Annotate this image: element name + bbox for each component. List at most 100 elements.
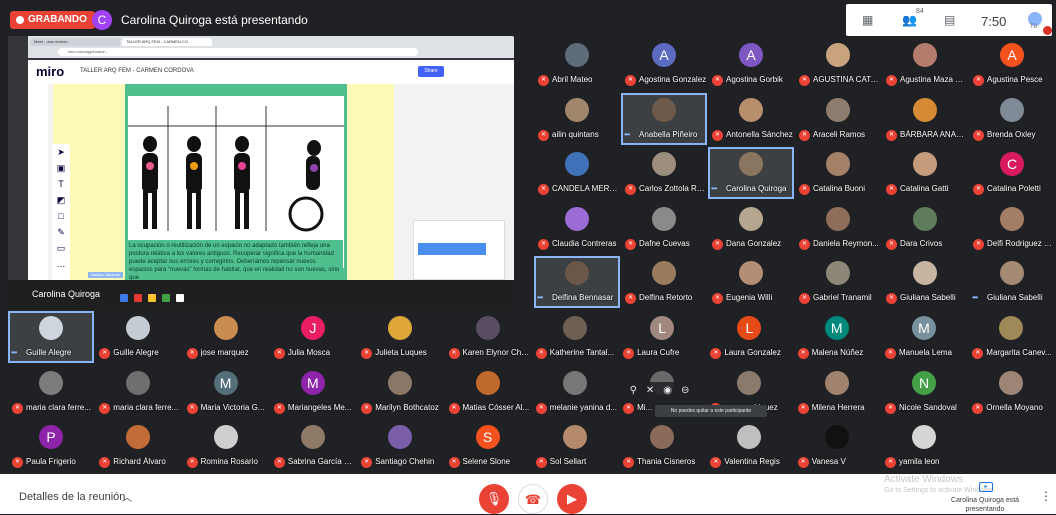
participant-tile[interactable]: ✕ Richard Álvaro [95, 420, 181, 472]
frame-tool-icon[interactable]: ▣ [52, 160, 70, 176]
participant-tile[interactable]: ✕ Thania Cisneros [619, 420, 705, 472]
participant-tile[interactable]: ✕ Abril Mateo [534, 38, 620, 90]
select-tool-icon[interactable]: ➤ [52, 144, 70, 160]
participant-tile[interactable]: ✕ Carlos Zottola Re... [621, 147, 707, 199]
participant-tile[interactable]: ✕ AGUSTINA CATA... [795, 38, 881, 90]
mic-muted-icon: ✕ [710, 457, 722, 468]
participant-tile[interactable]: ✕ yamila leon [881, 420, 967, 472]
participant-tile[interactable]: A ✕ Agostina Gonzalez [621, 38, 707, 90]
participant-tile[interactable]: ✕ Margarita Canev... [968, 311, 1054, 363]
shape-tool-icon[interactable]: □ [52, 208, 70, 224]
pen-tool-icon[interactable]: ✎ [52, 224, 70, 240]
miro-toolbar[interactable]: ➤ ▣ T ◩ □ ✎ ▭ … [52, 144, 70, 284]
participant-tile[interactable]: S ✕ Selene Slone [445, 420, 531, 472]
participant-tile[interactable]: ✕ Vanesa V [794, 420, 880, 472]
participant-tile[interactable]: L ✕ Laura Cufre [619, 311, 705, 363]
participant-tile[interactable]: ✕ Sabrina García S... [270, 420, 356, 472]
participant-tile[interactable]: M ✕ Mariangeles Me... [270, 366, 356, 418]
participant-tile[interactable]: ✕ ailin quintans [534, 93, 620, 145]
participant-tile[interactable]: ✕ Dana Gonzalez [708, 202, 794, 254]
participant-tile[interactable]: ✕ Karen Elynor Cho... [445, 311, 531, 363]
participant-tile[interactable]: ••• Giuliana Sabelli [969, 256, 1055, 308]
mic-muted-icon: ✕ [886, 184, 897, 195]
participant-tile[interactable]: M ✕ Manuela Lema [881, 311, 967, 363]
participant-tile[interactable]: ✕ Antonella Sánchez [708, 93, 794, 145]
participant-tile[interactable]: ✕ Katherine Tantal... [532, 311, 618, 363]
sticky-tool-icon[interactable]: ◩ [52, 192, 70, 208]
participant-tile[interactable]: ✕ Guille Alegre [95, 311, 181, 363]
mic-muted-icon: ✕ [886, 129, 897, 141]
meeting-details-button[interactable]: Detalles de la reunión [19, 491, 125, 503]
participant-tile[interactable]: ✕ Araceli Ramos [795, 93, 881, 145]
chevron-up-icon[interactable]: ︿ [122, 489, 132, 504]
participant-tile[interactable]: A ✕ Agustina Pesce [969, 38, 1055, 90]
comment-tool-icon[interactable]: ▭ [52, 240, 70, 256]
participant-tile[interactable]: J ✕ Julia Mosca [270, 311, 356, 363]
chat-icon[interactable]: ▤ [944, 13, 955, 27]
participant-tile[interactable]: C ✕ Catalina Poletti [969, 147, 1055, 199]
participant-tile[interactable]: ✕ Catalina Buoni [795, 147, 881, 199]
share-button[interactable]: Share [418, 66, 444, 77]
participant-tile[interactable]: ✕ Brenda Oxley [969, 93, 1055, 145]
text-tool-icon[interactable]: T [52, 176, 70, 192]
participant-tile[interactable]: ✕ Marilyn Bothcatoz [357, 366, 443, 418]
participant-tile[interactable]: ✕ Giuliana Sabelli [882, 256, 968, 308]
participant-tile[interactable]: P ✕ Paula Frigerio [8, 420, 94, 472]
participant-tile[interactable]: ••• Guille Alegre [8, 311, 94, 363]
participant-tile[interactable]: ✕ Delfi Rodriguez B... [969, 202, 1055, 254]
participant-tile[interactable]: ✕ Delfina Retorto [621, 256, 707, 308]
participant-name: Vanesa V [811, 457, 846, 466]
participant-tile[interactable]: L ✕ Laura Gonzalez [706, 311, 792, 363]
present-icon[interactable]: ▸ [979, 482, 993, 492]
participant-tile[interactable]: ✕ Sol Sellart [532, 420, 618, 472]
participant-tile[interactable]: ••• Delfina Bennasar [534, 256, 620, 308]
participant-hover-tools[interactable]: ⚲✕◉⊖ [619, 382, 709, 400]
participant-tile[interactable]: ✕ Milena Herrera [794, 366, 880, 418]
participant-name: Catalina Poletti [987, 184, 1041, 193]
participant-tile[interactable]: ✕ CANDELA MERC... [534, 147, 620, 199]
browser-tab[interactable]: Meet - una reunión [30, 38, 120, 46]
participant-tile[interactable]: M ✕ Maria Victoria G... [183, 366, 269, 418]
speaking-indicator-icon: ••• [537, 293, 543, 302]
participant-tile[interactable]: ✕ maria clara ferre... [95, 366, 181, 418]
participant-tile[interactable]: N ✕ Nicole Sandoval [881, 366, 967, 418]
address-bar[interactable]: miro.com/app/board/... [58, 48, 418, 56]
participant-tile[interactable]: ✕ Valentina Regis [706, 420, 792, 472]
participant-tile[interactable]: ✕ Eugenia Willi [708, 256, 794, 308]
participant-tile[interactable]: ••• Carolina Quiroga [708, 147, 794, 199]
participant-avatar: P [39, 425, 63, 449]
participant-tile[interactable]: ✕ Gabriel Tranamil [795, 256, 881, 308]
participant-video [826, 261, 850, 285]
participant-tile[interactable]: ✕ Dafne Cuevas [621, 202, 707, 254]
hang-up-button[interactable]: ☎ [518, 484, 548, 514]
camera-off-button[interactable]: ▶ [557, 484, 587, 514]
participant-tile[interactable]: ✕ Dara Crivos [882, 202, 968, 254]
participant-tile[interactable]: ✕ melanie yanina d... [532, 366, 618, 418]
participant-tile[interactable]: ✕ BÁRBARA ANAB... [882, 93, 968, 145]
participant-tile[interactable]: ✕ Catalina Gatti [882, 147, 968, 199]
participant-name: Catalina Buoni [813, 184, 866, 193]
miro-board[interactable]: La ocupación o reutilización de un espac… [28, 84, 514, 288]
participant-tile[interactable]: ✕ Matias Cósser Al... [445, 366, 531, 418]
participant-tile[interactable]: ✕ jose marquez [183, 311, 269, 363]
participant-tile[interactable]: ✕ Daniela Reymon... [795, 202, 881, 254]
participant-tile[interactable]: ✕ Julieta Luques [357, 311, 443, 363]
participant-tile[interactable]: ••• Anabella Piñeiro [621, 92, 707, 145]
participant-tile[interactable]: M ✕ Malena Núñez [794, 311, 880, 363]
participant-video [475, 316, 500, 340]
participant-tile[interactable]: ✕ maria clara ferre... [8, 366, 94, 418]
participant-tile[interactable]: ✕ Agustina Maza G... [882, 38, 968, 90]
mic-off-button[interactable]: 🎙 [479, 484, 509, 514]
participant-tile[interactable]: ✕ Santiago Chehin [357, 420, 443, 472]
participant-video [739, 261, 763, 285]
more-tools-icon[interactable]: … [52, 256, 70, 272]
more-options-icon[interactable]: ⋮ [1040, 489, 1052, 503]
participant-tile[interactable]: ✕ Ornella Moyano [968, 366, 1054, 418]
participant-tile[interactable]: ✕ Claudia Contreras [534, 202, 620, 254]
browser-tab-active[interactable]: TALLER ARQ FEM - CARMEN CO [122, 38, 212, 46]
participant-name: Agostina Gonzalez [639, 75, 707, 84]
grid-layout-icon[interactable]: ▦ [862, 13, 873, 27]
people-icon[interactable]: 👥 [902, 13, 917, 27]
participant-tile[interactable]: ✕ Romina Rosario [183, 420, 269, 472]
participant-tile[interactable]: A ✕ Agostina Gorbik [708, 38, 794, 90]
